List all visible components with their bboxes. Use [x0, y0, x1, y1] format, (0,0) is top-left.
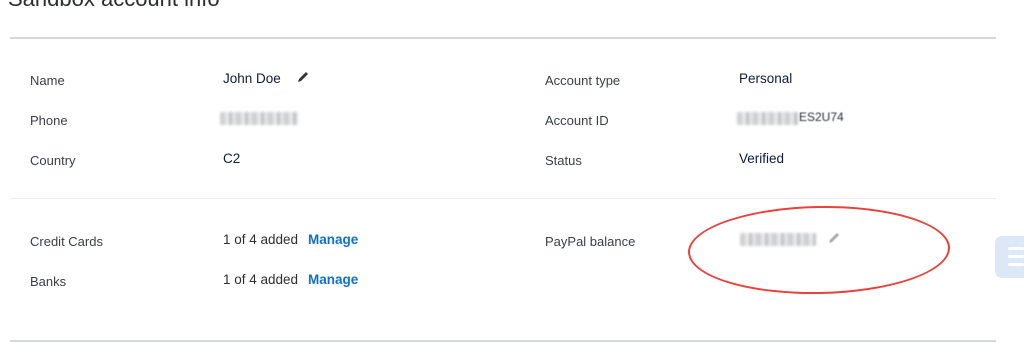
name-label: Name — [30, 73, 65, 88]
page-title: Sandbox account info — [8, 0, 220, 12]
name-value: John Doe — [223, 71, 281, 86]
status-value: Verified — [739, 151, 785, 166]
account-id-value: ES2U74 — [799, 110, 844, 124]
footer-divider — [10, 340, 996, 342]
list-menu-icon[interactable] — [995, 236, 1024, 278]
annotation-ellipse — [687, 203, 951, 297]
credit-cards-label: Credit Cards — [30, 234, 103, 249]
credit-cards-value: 1 of 4 added — [223, 232, 299, 247]
manage-credit-cards-link[interactable]: Manage — [308, 232, 358, 247]
country-label: Country — [30, 153, 76, 168]
paypal-balance-label: PayPal balance — [545, 234, 636, 249]
country-value: C2 — [223, 151, 241, 166]
header-divider — [10, 37, 996, 39]
phone-value-redacted — [220, 112, 298, 125]
banks-label: Banks — [30, 274, 67, 289]
account-id-label: Account ID — [545, 113, 609, 128]
manage-banks-link[interactable]: Manage — [308, 272, 358, 287]
banks-value: 1 of 4 added — [223, 272, 299, 287]
account-type-label: Account type — [545, 73, 621, 88]
account-type-value: Personal — [739, 71, 793, 86]
account-id-redacted — [737, 112, 799, 125]
edit-name-pencil-icon[interactable] — [296, 70, 310, 84]
section-divider — [10, 198, 996, 199]
phone-label: Phone — [30, 113, 68, 128]
status-label: Status — [545, 153, 582, 168]
